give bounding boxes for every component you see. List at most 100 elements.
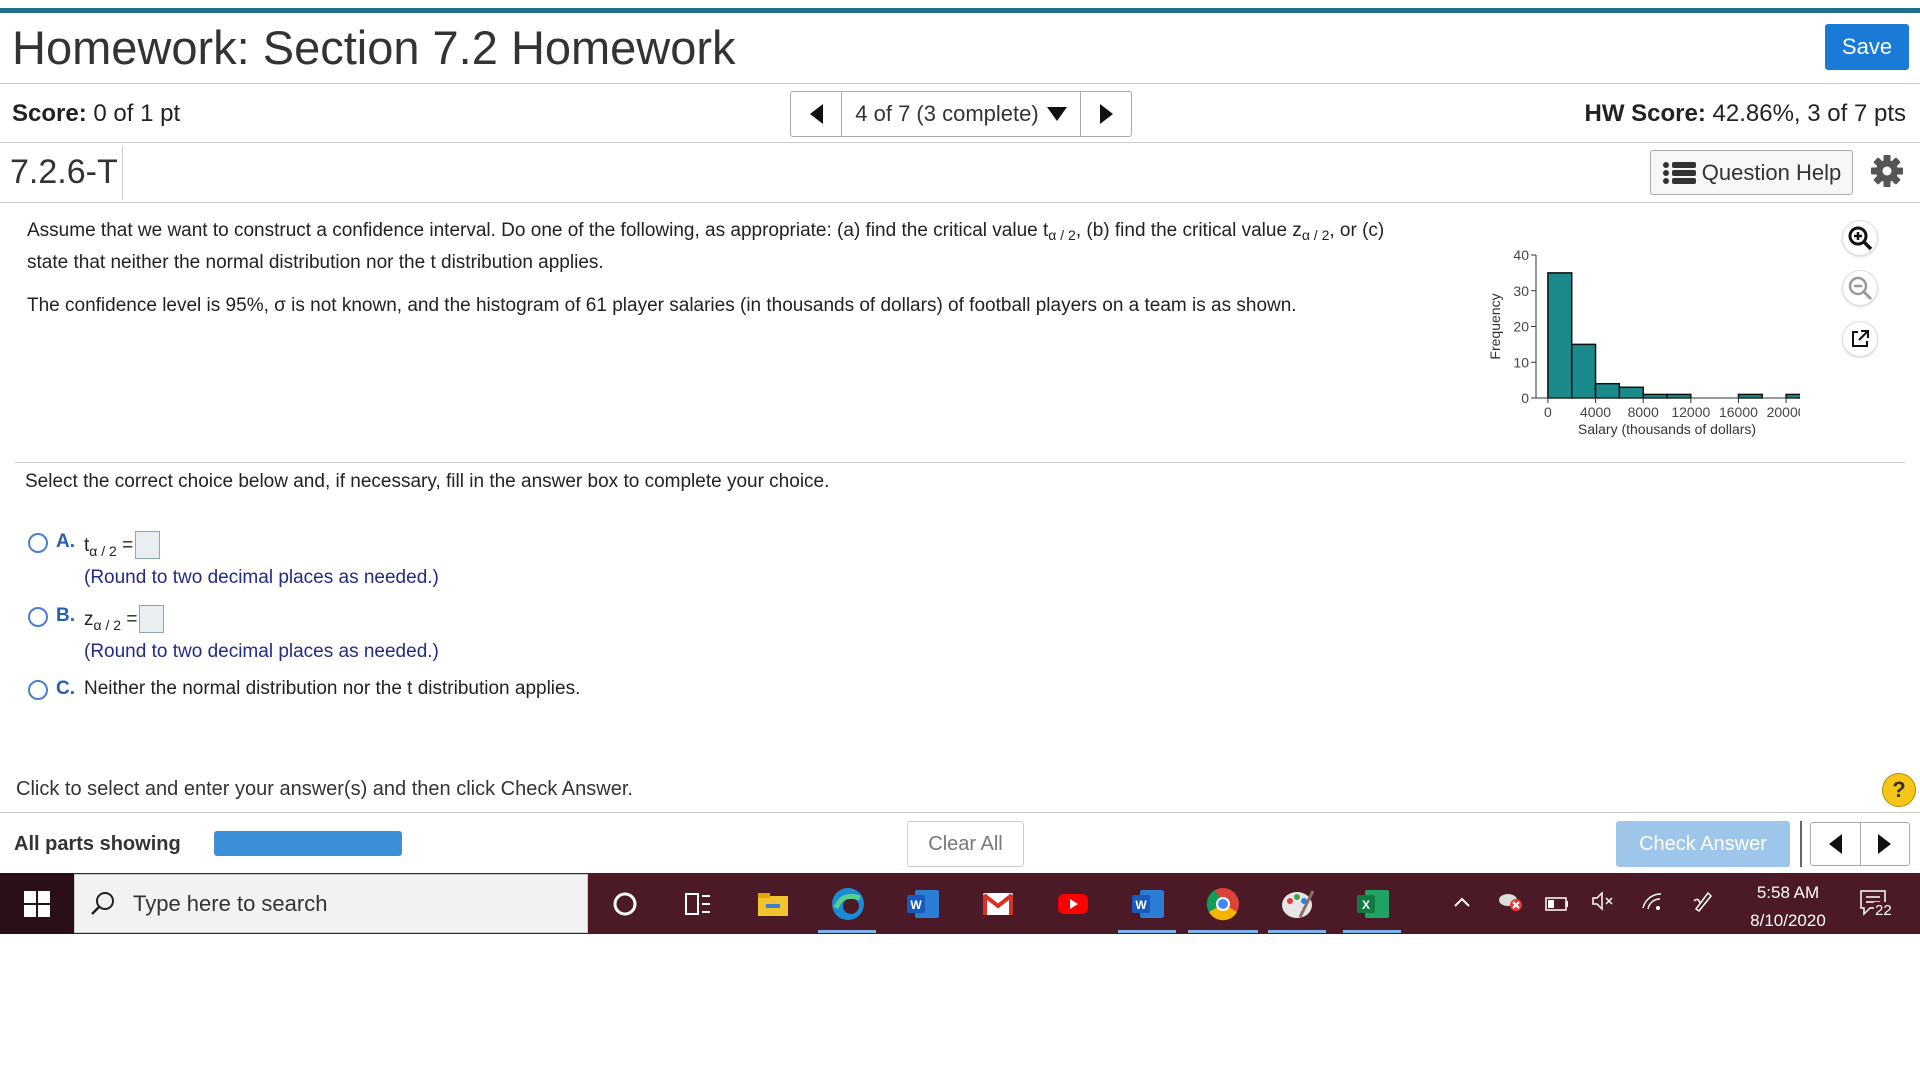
edge-browser-icon[interactable] xyxy=(826,882,870,926)
word-icon-2[interactable]: W xyxy=(1126,882,1170,926)
footer-navigation xyxy=(1810,822,1910,866)
zoom-out-button[interactable] xyxy=(1842,270,1878,306)
all-parts-label: All parts showing xyxy=(14,833,181,855)
search-icon xyxy=(91,891,114,915)
question-text-1b: , (b) find the critical value z xyxy=(1075,220,1302,241)
pen-icon[interactable] xyxy=(1692,889,1714,918)
question-position-label: 4 of 7 (3 complete) xyxy=(855,101,1039,126)
previous-question-button[interactable] xyxy=(791,92,841,136)
choice-a[interactable]: A. tα / 2 = (Round to two decimal places… xyxy=(28,531,439,589)
triangle-down-icon xyxy=(1046,107,1067,121)
notification-count: 22 xyxy=(1874,902,1893,919)
radio-b[interactable] xyxy=(28,607,48,627)
choice-c-letter: C. xyxy=(56,678,75,699)
chrome-icon[interactable] xyxy=(1201,882,1245,926)
x-tick-label: 20000 xyxy=(1767,404,1800,420)
clock-time: 5:58 AM xyxy=(1756,883,1820,902)
answer-box-a[interactable] xyxy=(135,531,161,559)
histogram-bar xyxy=(1666,393,1692,399)
alpha-subscript: α / 2 xyxy=(1048,227,1076,243)
list-icon xyxy=(1662,161,1696,184)
question-position-dropdown[interactable]: 4 of 7 (3 complete) xyxy=(841,92,1081,136)
radio-a[interactable] xyxy=(28,533,48,553)
y-tick-label: 30 xyxy=(1513,283,1529,299)
zoom-in-button[interactable] xyxy=(1842,220,1878,256)
salary-histogram: 0 10 20 30 40 0 4000 8000 12000 16000 20000 Salary… xyxy=(1487,247,1800,437)
histogram-bar xyxy=(1618,386,1644,399)
volume-muted-icon[interactable] xyxy=(1591,890,1615,917)
paint-icon[interactable] xyxy=(1276,882,1320,926)
top-accent-bar xyxy=(0,8,1920,13)
alpha-subscript: α / 2 xyxy=(1301,227,1330,243)
x-tick-label: 0 xyxy=(1544,404,1552,420)
question-text-1c: , or (c) xyxy=(1329,220,1385,241)
footer-previous-button[interactable] xyxy=(1811,823,1860,865)
y-tick-label: 40 xyxy=(1513,247,1529,263)
triangle-left-icon xyxy=(809,104,823,124)
section-divider xyxy=(15,462,1905,463)
excel-icon[interactable]: X xyxy=(1351,882,1395,926)
gear-icon[interactable] xyxy=(1870,154,1904,188)
footer-divider xyxy=(1800,821,1802,867)
notifications-icon[interactable]: 22 xyxy=(1858,888,1893,923)
clear-all-button[interactable]: Clear All xyxy=(907,821,1024,867)
cortana-icon[interactable] xyxy=(603,882,647,926)
choice-a-equals: = xyxy=(122,535,134,556)
page-title: Homework: Section 7.2 Homework xyxy=(12,21,736,74)
choice-c[interactable]: C. Neither the normal distribution nor t… xyxy=(28,678,580,700)
taskbar-search-placeholder: Type here to search xyxy=(133,890,328,916)
score-value: 0 of 1 pt xyxy=(93,100,181,127)
choice-a-subscript: α / 2 xyxy=(89,543,117,559)
choice-b-subscript: α / 2 xyxy=(93,617,122,633)
file-explorer-icon[interactable] xyxy=(751,882,795,926)
x-axis-label: Salary (thousands of dollars) xyxy=(1578,421,1756,437)
gmail-icon[interactable] xyxy=(976,882,1020,926)
triangle-right-icon xyxy=(1099,104,1113,124)
zoom-in-icon xyxy=(1848,226,1873,251)
chevron-up-icon[interactable] xyxy=(1453,893,1471,914)
choice-b[interactable]: B. zα / 2 = (Round to two decimal places… xyxy=(28,605,439,663)
svg-text:X: X xyxy=(1362,898,1370,912)
score: Score: 0 of 1 pt xyxy=(12,100,180,128)
y-tick-label: 20 xyxy=(1513,319,1529,335)
active-app-indicator xyxy=(1188,930,1258,933)
question-help-label: Question Help xyxy=(1701,159,1842,185)
histogram-bar xyxy=(1737,393,1764,399)
question-navigator: 4 of 7 (3 complete) xyxy=(790,91,1132,137)
question-help-button[interactable]: Question Help xyxy=(1650,150,1853,195)
click-instruction: Click to select and enter your answer(s)… xyxy=(16,778,633,800)
battery-icon[interactable] xyxy=(1545,895,1569,916)
active-app-indicator xyxy=(1268,930,1326,933)
radio-c[interactable] xyxy=(28,680,48,700)
word-icon[interactable]: W xyxy=(901,882,945,926)
task-view-icon[interactable] xyxy=(676,882,720,926)
hw-score-label: HW Score: xyxy=(1584,100,1706,127)
x-tick-label: 12000 xyxy=(1671,404,1710,420)
popout-button[interactable] xyxy=(1842,321,1878,357)
start-button[interactable] xyxy=(0,873,74,934)
check-answer-button[interactable]: Check Answer xyxy=(1616,821,1790,867)
clock-date: 8/10/2020 xyxy=(1750,911,1826,930)
active-app-indicator xyxy=(1118,930,1176,933)
footer-next-button[interactable] xyxy=(1859,823,1910,865)
triangle-right-icon xyxy=(1878,834,1892,854)
taskbar-search-box[interactable]: Type here to search xyxy=(74,874,588,933)
histogram-bar xyxy=(1570,343,1597,399)
hw-score-value: 42.86%, 3 of 7 pts xyxy=(1712,100,1906,127)
active-app-indicator xyxy=(818,930,876,933)
youtube-icon[interactable] xyxy=(1051,882,1095,926)
question-id: 7.2.6-T xyxy=(10,153,118,191)
help-icon[interactable]: ? xyxy=(1882,773,1916,807)
next-question-button[interactable] xyxy=(1081,92,1131,136)
active-app-indicator xyxy=(1343,930,1401,933)
wifi-icon[interactable] xyxy=(1640,890,1664,917)
histogram-bar xyxy=(1785,393,1800,399)
histogram-bar xyxy=(1642,393,1668,399)
external-link-icon xyxy=(1852,330,1869,347)
cloud-error-icon[interactable] xyxy=(1497,890,1523,917)
save-button[interactable]: Save xyxy=(1825,24,1909,70)
answer-box-b[interactable] xyxy=(139,605,165,633)
x-tick-label: 8000 xyxy=(1628,404,1659,420)
y-tick-label: 10 xyxy=(1513,354,1529,370)
taskbar-clock[interactable]: 5:58 AM 8/10/2020 xyxy=(1730,879,1846,935)
